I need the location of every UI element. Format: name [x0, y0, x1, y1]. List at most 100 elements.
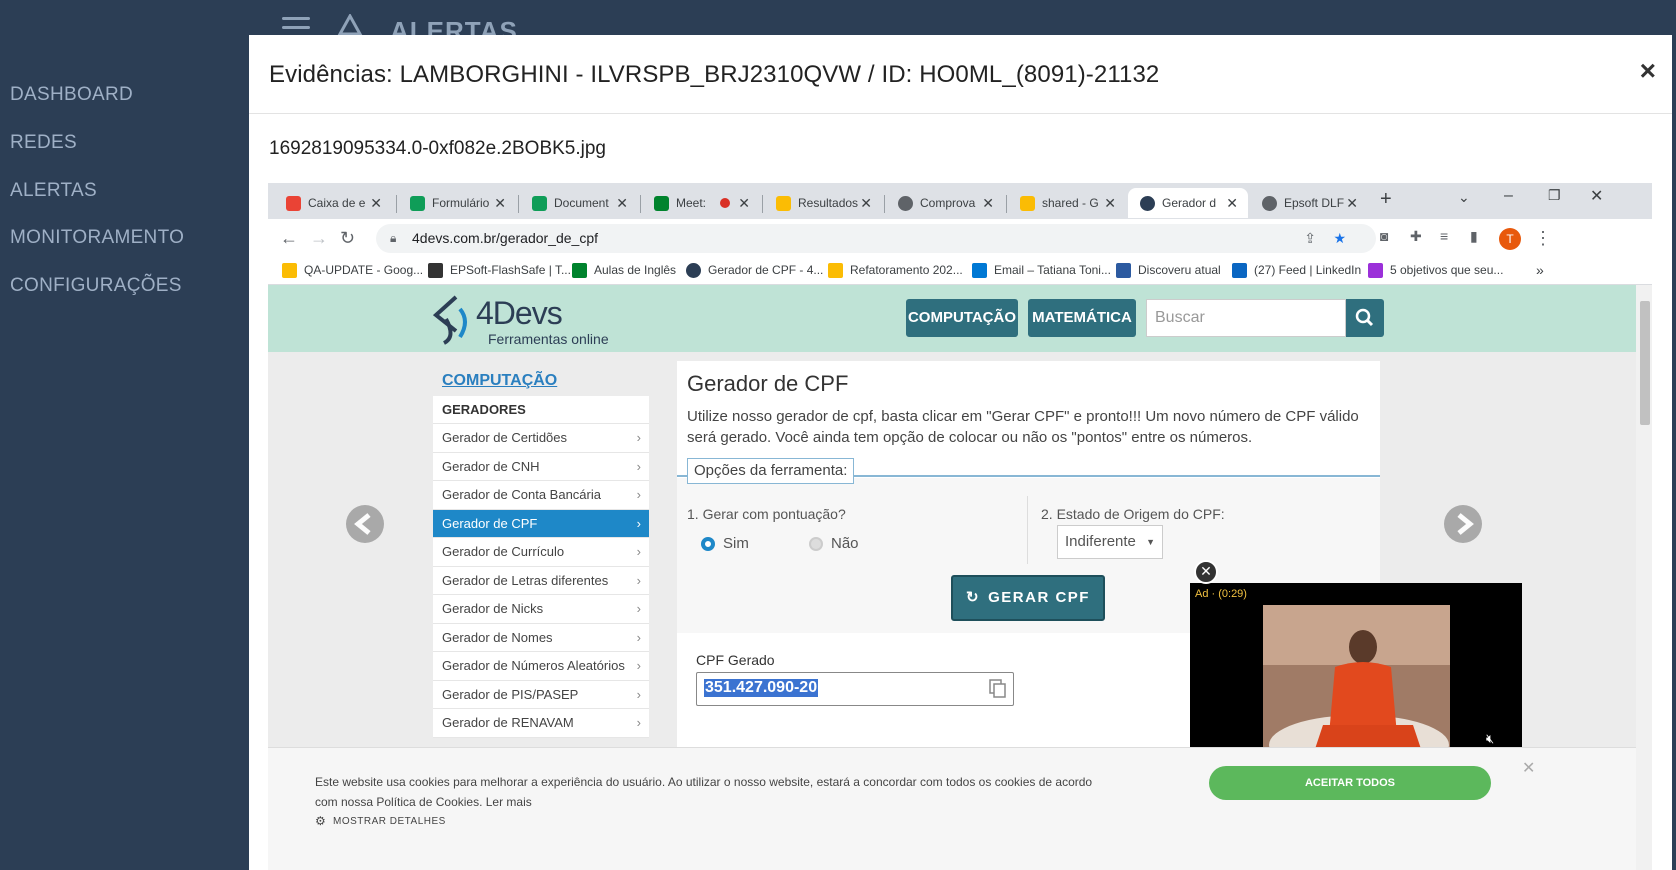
- search-input[interactable]: Buscar: [1146, 299, 1346, 337]
- cpf-output-field[interactable]: 351.427.090-20: [696, 672, 1014, 706]
- browser-tab[interactable]: Meet: ✕: [642, 188, 760, 218]
- bookmark-item[interactable]: Gerador de CPF - 4...: [686, 263, 823, 278]
- content-title: Gerador de CPF: [687, 371, 849, 396]
- bookmark-label: Refatoramento 202...: [850, 263, 963, 277]
- close-icon[interactable]: ✕: [616, 188, 628, 218]
- menu-item[interactable]: Gerador de PIS/PASEP ›: [433, 681, 649, 709]
- close-icon[interactable]: ✕: [982, 188, 994, 218]
- computacao-button[interactable]: COMPUTAÇÃO: [906, 299, 1018, 337]
- ad-close-icon[interactable]: ✕: [1194, 560, 1218, 584]
- new-tab-icon[interactable]: +: [1380, 188, 1392, 211]
- chevron-right-icon: ›: [636, 715, 641, 730]
- camera-icon[interactable]: ◙: [1380, 228, 1388, 244]
- browser-tab[interactable]: Comprova ✕: [886, 188, 1004, 218]
- browser-tab-active[interactable]: Gerador d ✕: [1128, 188, 1248, 218]
- modal-divider: [249, 113, 1672, 114]
- modal-close-button[interactable]: ×: [1640, 55, 1656, 87]
- close-icon[interactable]: ✕: [370, 188, 382, 218]
- close-icon[interactable]: ✕: [860, 188, 872, 218]
- menu-item[interactable]: Gerador de Certidões ›: [433, 424, 649, 453]
- generate-cpf-button[interactable]: ↻ GERAR CPF: [951, 575, 1105, 621]
- close-icon[interactable]: ✕: [738, 188, 750, 218]
- menu-item-active[interactable]: Gerador de CPF ›: [433, 509, 649, 538]
- reload-icon[interactable]: ↻: [340, 228, 355, 249]
- sidebar-item-monitoramento[interactable]: MONITORAMENTO: [10, 227, 184, 249]
- sidebar-item-alertas[interactable]: ALERTAS: [10, 180, 97, 202]
- cookie-close-icon[interactable]: ✕: [1522, 758, 1535, 778]
- state-question: 2. Estado de Origem do CPF:: [1041, 506, 1225, 522]
- browser-tab[interactable]: Epsoft DLF ✕: [1250, 188, 1368, 218]
- chevron-right-icon: ›: [636, 572, 641, 588]
- menu-heading: GERADORES: [433, 396, 649, 424]
- bookmark-item[interactable]: QA-UPDATE - Goog...: [282, 263, 423, 278]
- state-select[interactable]: Indiferente ▼: [1057, 525, 1163, 559]
- bookmark-item[interactable]: Discoveru atual: [1116, 263, 1221, 278]
- category-title-link[interactable]: COMPUTAÇÃO: [442, 372, 557, 390]
- bookmark-label: 5 objetivos que seu...: [1390, 263, 1504, 277]
- browser-tab[interactable]: Formulário ✕: [398, 188, 516, 218]
- avatar[interactable]: T: [1499, 228, 1521, 250]
- forward-icon[interactable]: →: [310, 228, 328, 249]
- window-close-icon[interactable]: ✕: [1590, 186, 1603, 206]
- tab-separator: [1006, 195, 1007, 213]
- close-icon[interactable]: ✕: [494, 188, 506, 218]
- bookmark-item[interactable]: EPSoft-FlashSafe | T...: [428, 263, 571, 278]
- chevron-right-icon: ›: [636, 629, 641, 645]
- browser-tabbar: Caixa de e ✕ Formulário ✕ Document ✕ Mee…: [268, 183, 1652, 219]
- video-ad[interactable]: Ad · (0:29) 🔇︎: [1190, 583, 1522, 769]
- share-icon[interactable]: ⇪: [1304, 224, 1316, 253]
- browser-tab[interactable]: shared - G ✕: [1008, 188, 1126, 218]
- address-bar[interactable]: 🔒︎ 4devs.com.br/gerador_de_cpf ⇪ ★: [376, 224, 1376, 253]
- back-icon[interactable]: ←: [280, 228, 298, 249]
- bookmark-item[interactable]: Email – Tatiana Toni...: [972, 263, 1111, 278]
- sidebar-item-configuracoes[interactable]: CONFIGURAÇÕES: [10, 275, 182, 297]
- logo-subtext: Ferramentas online: [488, 331, 609, 347]
- bookmark-item[interactable]: (27) Feed | LinkedIn: [1232, 263, 1361, 278]
- copy-icon[interactable]: [989, 679, 1007, 699]
- menu-item[interactable]: Gerador de Nicks ›: [433, 595, 649, 624]
- sidebar-item-dashboard[interactable]: DASHBOARD: [10, 84, 133, 106]
- cookie-details-link[interactable]: ⚙ MOSTRAR DETALHES: [315, 814, 446, 828]
- menu-item-label: Gerador de Certidões: [442, 430, 568, 445]
- more-bookmarks-icon[interactable]: »: [1536, 262, 1544, 278]
- matematica-button[interactable]: MATEMÁTICA: [1028, 299, 1136, 337]
- extensions-icon[interactable]: ✚: [1410, 228, 1422, 245]
- prev-arrow-icon[interactable]: [346, 505, 384, 543]
- menu-item[interactable]: Gerador de RENAVAM ›: [433, 709, 649, 738]
- menu-item[interactable]: Gerador de CNH ›: [433, 453, 649, 481]
- browser-tab[interactable]: Document ✕: [520, 188, 638, 218]
- browser-tab[interactable]: Caixa de e ✕: [274, 188, 392, 218]
- modal-title: Evidências: LAMBORGHINI - ILVRSPB_BRJ231…: [269, 61, 1160, 88]
- browser-toolbar: ← → ↻ 🔒︎ 4devs.com.br/gerador_de_cpf ⇪ ★…: [268, 219, 1652, 257]
- minimize-icon[interactable]: –: [1504, 187, 1513, 205]
- menu-item[interactable]: Gerador de Currículo ›: [433, 538, 649, 567]
- hamburger-menu-icon[interactable]: [282, 17, 310, 38]
- bookmark-item[interactable]: Refatoramento 202...: [828, 263, 963, 278]
- mute-icon[interactable]: 🔇︎: [1486, 731, 1494, 747]
- next-arrow-icon[interactable]: [1444, 505, 1482, 543]
- bookmark-item[interactable]: Aulas de Inglês: [572, 263, 676, 278]
- menu-item[interactable]: Gerador de Números Aleatórios ›: [433, 652, 649, 681]
- close-icon[interactable]: ✕: [1104, 188, 1116, 218]
- site-logo[interactable]: 4Devs Ferramentas online: [432, 293, 612, 347]
- close-icon[interactable]: ✕: [1346, 188, 1358, 218]
- radio-sim[interactable]: Sim: [701, 535, 749, 552]
- tab-search-icon[interactable]: ⌄: [1458, 189, 1470, 206]
- menu-dots-icon[interactable]: ⋮: [1534, 228, 1552, 249]
- bookmark-item[interactable]: 5 objetivos que seu...: [1368, 263, 1504, 278]
- menu-item[interactable]: Gerador de Nomes ›: [433, 624, 649, 652]
- sidepanel-icon[interactable]: ▮: [1470, 228, 1478, 245]
- playlist-icon[interactable]: ≡: [1440, 228, 1448, 244]
- restore-icon[interactable]: ❐: [1548, 187, 1561, 204]
- search-button[interactable]: [1346, 299, 1384, 337]
- sidebar-item-redes[interactable]: REDES: [10, 132, 77, 154]
- browser-tab[interactable]: Resultados ✕: [764, 188, 882, 218]
- star-icon[interactable]: ★: [1333, 224, 1346, 253]
- accept-cookies-button[interactable]: ACEITAR TODOS: [1209, 766, 1491, 800]
- evidence-modal: Evidências: LAMBORGHINI - ILVRSPB_BRJ231…: [249, 35, 1672, 870]
- scrollbar-thumb[interactable]: [1640, 301, 1650, 425]
- menu-item[interactable]: Gerador de Letras diferentes ›: [433, 567, 649, 595]
- radio-nao[interactable]: Não: [809, 535, 859, 552]
- menu-item[interactable]: Gerador de Conta Bancária ›: [433, 481, 649, 510]
- close-icon[interactable]: ✕: [1226, 188, 1238, 218]
